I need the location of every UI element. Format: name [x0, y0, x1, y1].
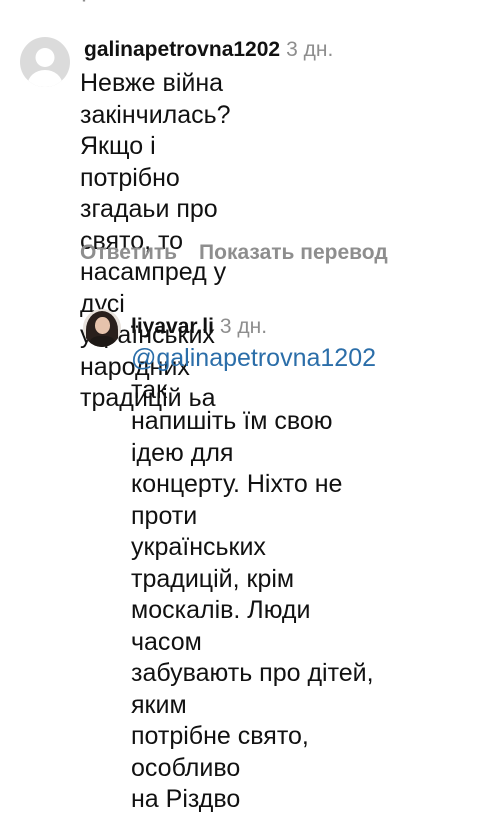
username[interactable]: liyavar.li [131, 315, 214, 338]
user-avatar-icon[interactable] [20, 37, 70, 87]
comment-line: свято, то насампред у дусі [80, 226, 227, 318]
timestamp: 3 дн. [219, 315, 268, 338]
comment-line: напишіть їм свою ідею для [131, 407, 333, 467]
comment-text: @galinapetrovna1202 так напишіть їм свою… [131, 343, 376, 816]
mention-link[interactable]: @galinapetrovna1202 [131, 344, 376, 372]
comment-line-rest: так [131, 375, 168, 404]
user-avatar[interactable] [83, 309, 121, 347]
comment-meta: liyavar.li 3 дн. [131, 315, 267, 339]
comment-line: Якщо і потрібно згадаьи про [80, 132, 218, 223]
comment-line: @galinapetrovna1202 так [131, 343, 376, 406]
comment-line: на Різдво [131, 785, 241, 813]
timestamp: 3 дн. [286, 38, 334, 61]
previous-content-fragment: · [0, 0, 487, 10]
comment-meta: galinapetrovna1202 3 дн. [84, 38, 333, 62]
cut-off-text: · [80, 0, 88, 10]
username[interactable]: galinapetrovna1202 [84, 38, 280, 61]
show-translation-button[interactable]: Показать перевод [199, 241, 388, 264]
comment-line: українських традицій, крім [131, 533, 295, 593]
comment-line: потрібне свято, особливо [131, 722, 309, 782]
comment-line: забувають про дітей, яким [131, 659, 374, 719]
comment-actions: Ответить Показать перевод [80, 241, 388, 265]
comment-line: Невже війна закінчилась? [80, 69, 231, 129]
reply-button[interactable]: Ответить [80, 241, 177, 264]
comment-line: концерту. Ніхто не проти [131, 470, 343, 530]
comment-line: москалів. Люди часом [131, 596, 311, 656]
